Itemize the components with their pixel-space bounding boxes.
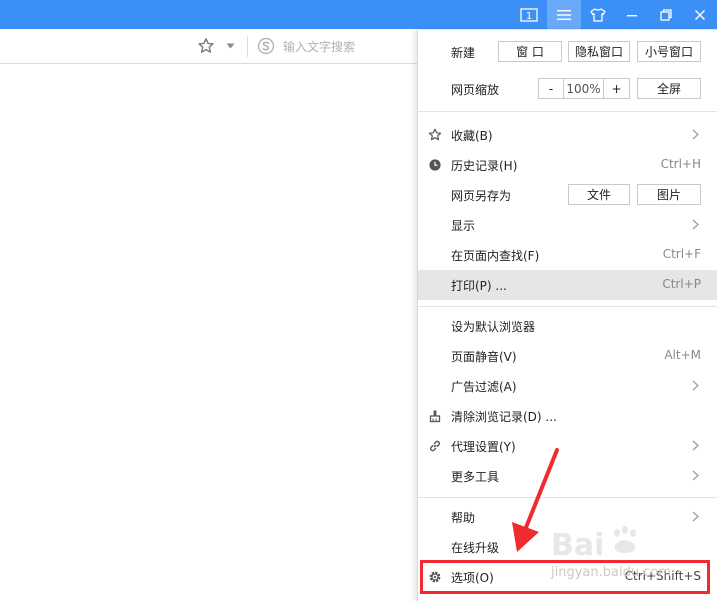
menu-item-ad-filter[interactable]: 广告过滤(A) [418,371,717,401]
skin-icon [590,7,606,22]
menu-item-shortcut: Alt+M [664,348,701,362]
restore-button[interactable] [649,0,683,29]
fullscreen-button[interactable]: 全屏 [637,78,701,99]
chevron-right-icon [692,470,699,481]
menu-item-label: 历史记录(H) [451,159,518,173]
save-as-file-button[interactable]: 文件 [568,184,630,205]
menu-item-online-upgrade[interactable]: 在线升级 [418,532,717,562]
menu-item-help[interactable]: 帮助 [418,502,717,532]
menu-item-more-tools[interactable]: 更多工具 [418,461,717,491]
minimize-icon [627,14,637,16]
menu-item-shortcut: Ctrl+H [660,157,701,171]
clock-icon [429,159,441,171]
menu-item-label: 显示 [451,219,476,233]
restore-icon [660,8,672,21]
zoom-out-button[interactable]: - [539,79,564,98]
tab-count-icon: 1 [520,7,538,22]
close-icon [695,9,705,20]
chevron-right-icon [692,511,699,522]
dropdown-caret-icon[interactable] [226,43,235,49]
menu-item-proxy-settings[interactable]: 代理设置(Y) [418,431,717,461]
menu-item-label: 设为默认浏览器 [451,320,536,334]
new-window-button[interactable]: 窗 口 [498,41,562,62]
menu-item-label: 帮助 [451,511,476,525]
menu-item-print[interactable]: 打印(P) ... Ctrl+P [418,270,717,300]
menu-separator [418,111,717,112]
annotation-arrow-icon [512,448,559,552]
new-private-window-button[interactable]: 隐私窗口 [568,41,630,62]
chevron-right-icon [692,219,699,230]
main-menu: 新建 窗 口 隐私窗口 小号窗口 网页缩放 - 100% + 全屏 收藏(B) … [417,29,717,601]
menu-item-label: 在线升级 [451,541,500,555]
menu-item-set-default-browser[interactable]: 设为默认浏览器 [418,311,717,341]
address-divider [247,36,248,57]
new-small-window-button[interactable]: 小号窗口 [637,41,701,62]
menu-item-label: 打印(P) ... [451,279,507,293]
broom-icon [429,410,441,423]
menu-item-clear-history[interactable]: 清除浏览记录(D) ... [418,401,717,431]
save-as-image-button[interactable]: 图片 [637,184,701,205]
skin-button[interactable] [581,0,615,29]
close-button[interactable] [683,0,717,29]
menu-item-label: 网页另存为 [451,189,512,203]
minimize-button[interactable] [615,0,649,29]
svg-text:1: 1 [526,11,532,22]
title-bar: 1 [0,0,717,29]
menu-item-label: 更多工具 [451,470,500,484]
menu-separator [418,306,717,307]
sogou-search-icon[interactable] [257,37,275,55]
star-icon [428,128,442,141]
menu-icon [557,9,571,20]
new-label: 新建 [451,46,476,60]
chevron-right-icon [692,380,699,391]
menu-item-history[interactable]: 历史记录(H) Ctrl+H [418,150,717,180]
tab-count-button[interactable]: 1 [512,0,546,29]
menu-item-display[interactable]: 显示 [418,210,717,240]
watermark-text: jingyan.baidu.com [551,565,671,580]
search-input[interactable] [283,37,423,57]
chevron-right-icon [692,440,699,451]
chevron-right-icon [692,129,699,140]
menu-item-favorites[interactable]: 收藏(B) [418,120,717,150]
zoom-control: - 100% + [538,78,630,99]
menu-item-label: 页面静音(V) [451,350,517,364]
menu-item-label: 清除浏览记录(D) ... [451,410,557,424]
menu-item-label: 收藏(B) [451,129,493,143]
menu-button[interactable] [547,0,581,29]
menu-item-find-in-page[interactable]: 在页面内查找(F) Ctrl+F [418,240,717,270]
menu-separator [418,497,717,498]
zoom-label: 网页缩放 [451,83,500,97]
menu-item-mute-page[interactable]: 页面静音(V) Alt+M [418,341,717,371]
zoom-value: 100% [564,79,604,98]
menu-item-label: 在页面内查找(F) [451,249,540,263]
link-icon [429,440,441,452]
menu-item-shortcut: Ctrl+F [662,247,701,261]
menu-item-label: 广告过滤(A) [451,380,517,394]
menu-item-save-page-as: 网页另存为 文件 图片 [418,180,717,210]
zoom-in-button[interactable]: + [604,79,629,98]
star-icon[interactable] [197,37,215,55]
menu-item-shortcut: Ctrl+P [662,277,701,291]
